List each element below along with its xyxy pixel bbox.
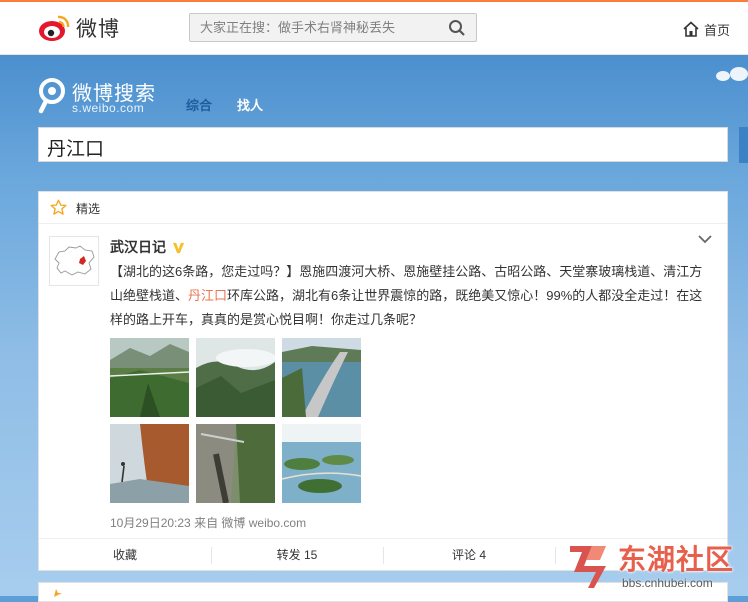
star-icon — [50, 199, 67, 215]
watermark-logo-icon — [570, 546, 606, 588]
keyword-highlight[interactable]: 丹江口 — [188, 288, 227, 303]
watermark-text: 东湖社区 — [618, 543, 735, 576]
home-label: 首页 — [704, 22, 731, 38]
post-source[interactable]: 来自 微博 weibo.com — [194, 516, 306, 530]
post-image[interactable] — [196, 338, 275, 417]
post-author[interactable]: 武汉日记 — [110, 237, 185, 257]
cloud-decoration — [730, 67, 748, 81]
top-accent-line — [0, 0, 748, 2]
weibo-logo[interactable]: 微博 — [38, 12, 128, 44]
featured-header: 精选 — [39, 192, 727, 224]
weibo-search-url: s.weibo.com — [72, 101, 145, 115]
post-image[interactable] — [110, 424, 189, 503]
comment-button[interactable]: 评论 4 — [383, 539, 555, 572]
weibo-search-logo[interactable]: 微博搜索 s.weibo.com — [38, 75, 168, 119]
verified-badge-icon — [172, 242, 185, 253]
search-icon[interactable] — [448, 19, 466, 37]
featured-card: 精选 武汉日记 【湖北的这6条路，您走过吗？】恩施四渡河大桥、恩施壁挂公路、古昭… — [38, 191, 728, 571]
search-query-text: 丹江口 — [47, 139, 105, 160]
cloud-decoration — [716, 71, 730, 81]
post-image[interactable] — [282, 424, 361, 503]
top-navigation-bar: 微博 首页 — [0, 0, 748, 55]
top-search-box[interactable] — [189, 13, 477, 42]
repost-button[interactable]: 转发 15 — [211, 539, 383, 572]
chevron-down-icon[interactable] — [697, 234, 713, 244]
search-magnifier-icon — [38, 78, 65, 114]
tab-comprehensive[interactable]: 综合 — [186, 95, 212, 114]
home-icon — [683, 21, 699, 37]
post-image[interactable] — [282, 338, 361, 417]
search-query-field[interactable]: 丹江口 — [38, 127, 728, 162]
hubei-map-avatar — [50, 237, 98, 285]
favorite-button[interactable]: 收藏 — [39, 539, 211, 572]
post-text: 【湖北的这6条路，您走过吗？】恩施四渡河大桥、恩施壁挂公路、古昭公路、天堂寨玻璃… — [110, 260, 710, 332]
post-image[interactable] — [110, 338, 189, 417]
side-panel-edge[interactable] — [739, 127, 748, 163]
weibo-brand-text: 微博 — [76, 17, 120, 41]
post-meta: 10月29日20:23 来自 微博 weibo.com — [110, 514, 306, 531]
tab-find-people[interactable]: 找人 — [237, 95, 263, 114]
watermark-url: bbs.cnhubei.com — [622, 576, 713, 590]
top-search-input[interactable] — [190, 14, 440, 41]
post-timestamp[interactable]: 10月29日20:23 — [110, 516, 191, 530]
site-watermark: 东湖社区 bbs.cnhubei.com — [566, 538, 748, 596]
featured-label: 精选 — [76, 202, 101, 216]
avatar[interactable] — [49, 236, 99, 286]
weibo-eye-icon — [39, 15, 70, 41]
home-link[interactable]: 首页 — [682, 18, 730, 40]
author-name[interactable]: 武汉日记 — [110, 237, 166, 257]
post-image[interactable] — [196, 424, 275, 503]
